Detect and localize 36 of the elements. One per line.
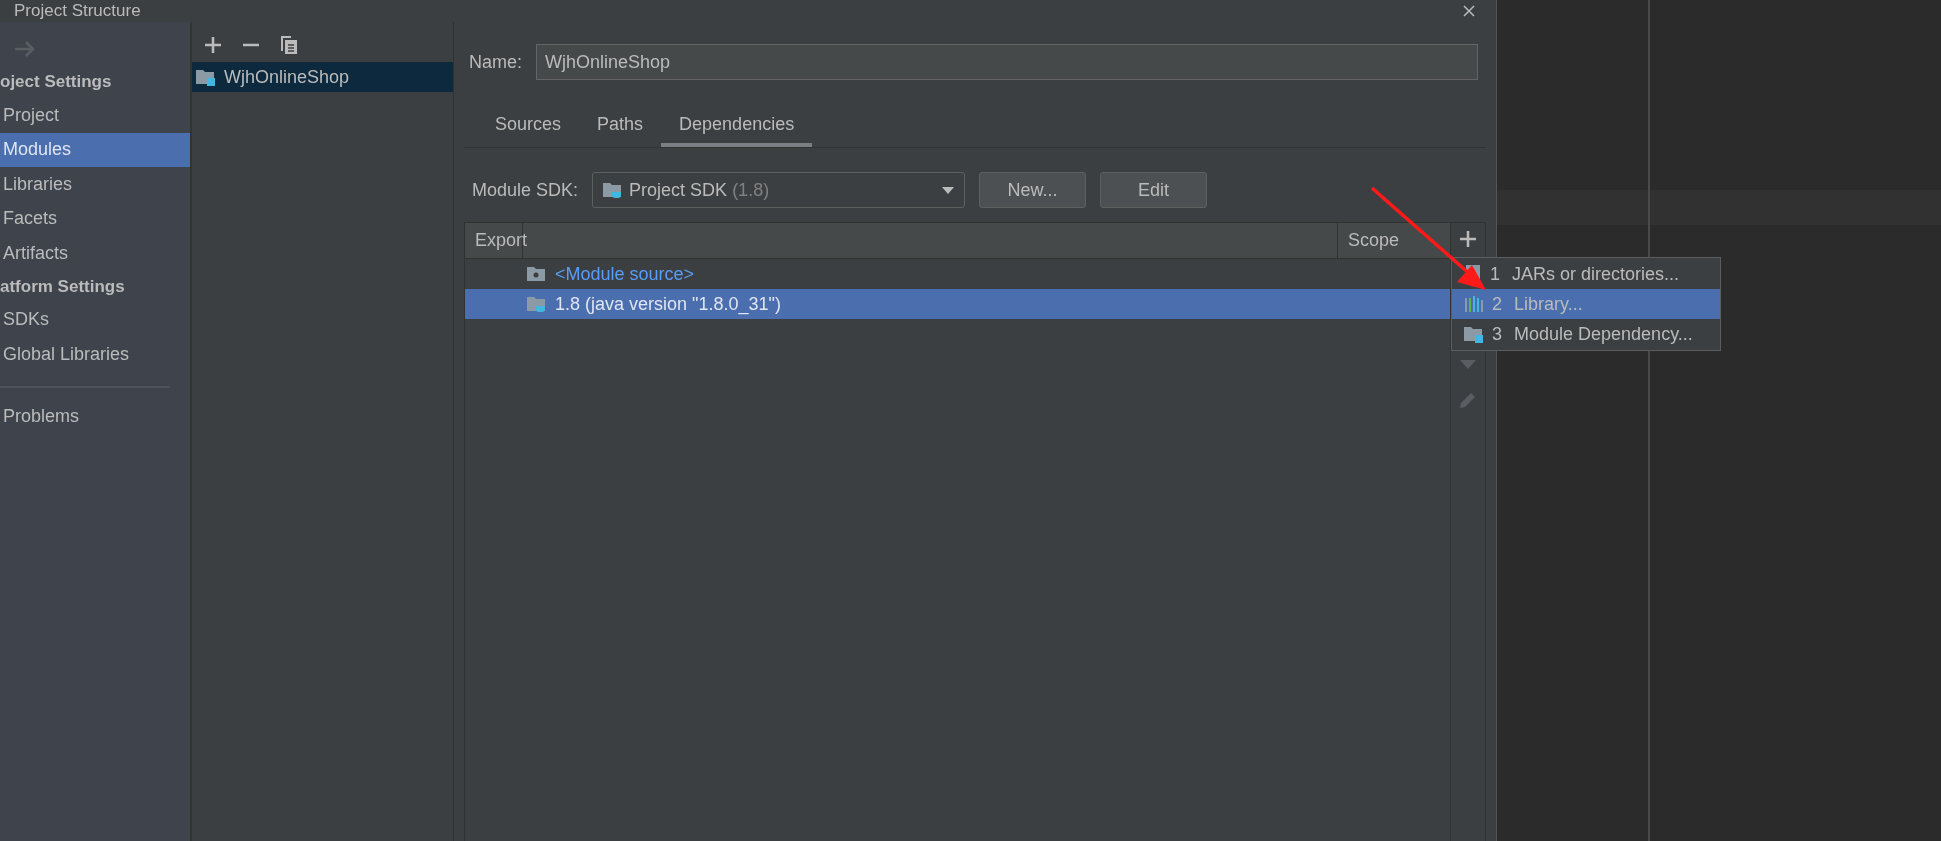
sdk-button[interactable]: Edit: [1100, 172, 1208, 208]
section-header: atform Settings: [0, 275, 126, 298]
sidebar-item[interactable]: Global Libraries: [0, 337, 190, 372]
column-header: Scope: [1347, 229, 1401, 252]
menu-item-number: 1: [1490, 263, 1500, 285]
menu-item-label: Module Dependency...: [1514, 323, 1693, 345]
dependency-row[interactable]: <Module source>: [465, 259, 1450, 289]
sidebar-item[interactable]: Modules: [0, 132, 190, 167]
window-title: Project Structure: [14, 1, 141, 21]
sidebar-item[interactable]: SDKs: [0, 302, 190, 337]
sidebar-item[interactable]: Project: [0, 98, 190, 133]
name-field[interactable]: WjhOnlineShop: [536, 44, 1478, 80]
module-sdk-label: Module SDK:: [472, 179, 579, 201]
tab[interactable]: Paths: [579, 108, 662, 147]
sidebar-item[interactable]: Libraries: [0, 167, 190, 202]
name-label: Name:: [469, 51, 522, 73]
menu-item-label: JARs or directories...: [1512, 263, 1680, 285]
dependency-name: <Module source>: [555, 263, 695, 285]
sdk-value: Project SDK (1.8): [629, 179, 770, 201]
menu-item-label: Library...: [1514, 293, 1583, 315]
menu-item-number: 3: [1492, 323, 1502, 345]
sidebar-item[interactable]: Artifacts: [0, 236, 190, 271]
dependency-name: 1.8 (java version "1.8.0_31"): [555, 293, 781, 315]
section-header: oject Settings: [0, 71, 113, 93]
module-item[interactable]: WjhOnlineShop: [192, 62, 453, 92]
dependency-row[interactable]: 1.8 (java version "1.8.0_31"): [465, 289, 1450, 319]
menu-item[interactable]: 3 Module Dependency...: [1452, 319, 1720, 349]
sidebar-item[interactable]: Problems: [0, 399, 190, 434]
sdk-button[interactable]: New...: [979, 172, 1087, 208]
menu-item-number: 2: [1492, 293, 1502, 315]
tab[interactable]: Sources: [477, 108, 580, 147]
module-name: WjhOnlineShop: [224, 66, 350, 88]
tab[interactable]: Dependencies: [661, 108, 813, 147]
sidebar-item[interactable]: Facets: [0, 201, 190, 236]
menu-item[interactable]: 2 Library...: [1452, 289, 1720, 319]
sdk-dropdown[interactable]: Project SDK (1.8): [592, 172, 966, 208]
